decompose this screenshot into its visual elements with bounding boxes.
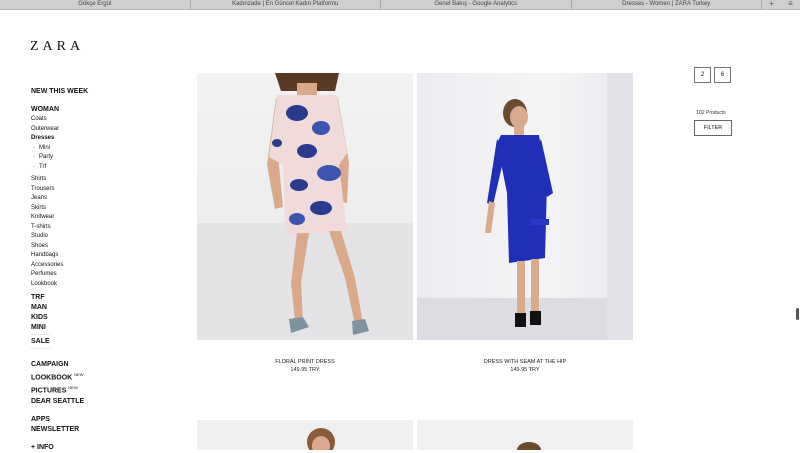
partial-product-photo <box>307 428 335 450</box>
nav-trf[interactable]: TRF <box>31 293 151 303</box>
sidebar-nav: NEW THIS WEEK WOMAN Coats Outerwear Dres… <box>31 87 151 453</box>
nav-item-outerwear[interactable]: Outerwear <box>31 125 151 135</box>
nav-apps[interactable]: APPS <box>31 415 151 425</box>
product-price: 149.95 TRY <box>290 367 320 373</box>
floral-dress-photo <box>197 73 413 340</box>
partial-product-photo <box>517 442 541 450</box>
nav-woman[interactable]: WOMAN <box>31 105 151 115</box>
new-badge: NEW <box>74 372 84 377</box>
nav-man[interactable]: MAN <box>31 303 151 313</box>
nav-pictures[interactable]: PICTURES NEW <box>31 383 151 396</box>
nav-lookbook[interactable]: LOOKBOOK NEW <box>31 370 151 383</box>
nav-campaign[interactable]: CAMPAIGN <box>31 360 151 370</box>
nav-item-skirts[interactable]: Skirts <box>31 204 151 214</box>
nav-item-tshirts[interactable]: T-shirts <box>31 223 151 233</box>
product-name[interactable]: DRESS WITH SEAM AT THE HIP <box>417 358 633 366</box>
nav-info[interactable]: + INFO <box>31 443 151 453</box>
nav-item-jeans[interactable]: Jeans <box>31 194 151 204</box>
nav-item-handbags[interactable]: Handbags <box>31 251 151 261</box>
zara-logo[interactable]: ZARA <box>30 39 84 55</box>
browser-tab-bar: Gökçe Ergül Kadınzade | En Güncel Kadın … <box>0 0 800 10</box>
product-image-floral-dress[interactable] <box>197 73 413 340</box>
browser-tab-active[interactable]: Dresses - Women | ZARA Turkey <box>572 0 762 9</box>
product-image-partial[interactable] <box>417 420 633 450</box>
scrollbar-thumb[interactable] <box>796 308 799 320</box>
nav-item-lookbook[interactable]: Lookbook <box>31 280 151 290</box>
nav-item-shoes[interactable]: Shoes <box>31 242 151 252</box>
product-image-blue-dress[interactable] <box>417 73 633 340</box>
tab-menu-icon[interactable]: ≡ <box>788 0 793 9</box>
new-badge: NEW <box>68 385 78 391</box>
nav-item-trousers[interactable]: Trousers <box>31 185 151 195</box>
view-6-button[interactable]: 6 <box>714 67 731 83</box>
filter-button[interactable]: FILTER <box>694 120 732 136</box>
product-image-partial[interactable] <box>197 420 413 450</box>
browser-tab[interactable]: Genel Bakış - Google Analytics <box>381 0 572 9</box>
tab-tools: + ≡ <box>762 0 800 9</box>
product-name[interactable]: FLORAL PRINT DRESS <box>197 358 413 366</box>
product-price: 149.95 TRY <box>510 367 540 373</box>
browser-tab[interactable]: Gökçe Ergül <box>0 0 191 9</box>
nav-item-dresses[interactable]: Dresses <box>31 134 151 144</box>
new-tab-icon[interactable]: + <box>769 0 774 9</box>
view-2-button[interactable]: 2 <box>694 67 711 83</box>
product-count: 102 Products <box>696 110 726 116</box>
nav-sub-trf[interactable]: Trf <box>31 163 151 173</box>
nav-sub-party[interactable]: Party <box>31 153 151 163</box>
nav-item-coats[interactable]: Coats <box>31 115 151 125</box>
nav-sub-mini[interactable]: Mini <box>31 144 151 154</box>
product-caption[interactable]: DRESS WITH SEAM AT THE HIP 149.95 TRY <box>417 358 633 374</box>
nav-item-studio[interactable]: Studio <box>31 232 151 242</box>
nav-kids[interactable]: KIDS <box>31 313 151 323</box>
nav-item-accessories[interactable]: Accessories <box>31 261 151 271</box>
blue-dress-photo <box>417 73 633 340</box>
product-caption[interactable]: FLORAL PRINT DRESS 149.95 TRY <box>197 358 413 374</box>
nav-dear-seattle[interactable]: DEAR SEATTLE <box>31 397 151 407</box>
browser-tab[interactable]: Kadınzade | En Güncel Kadın Platformu <box>191 0 381 9</box>
nav-newsletter[interactable]: NEWSLETTER <box>31 425 151 435</box>
nav-item-knitwear[interactable]: Knitwear <box>31 213 151 223</box>
nav-item-shirts[interactable]: Shirts <box>31 175 151 185</box>
nav-pictures-label: PICTURES <box>31 387 67 395</box>
nav-lookbook-label: LOOKBOOK <box>31 374 73 382</box>
nav-item-perfumes[interactable]: Perfumes <box>31 270 151 280</box>
nav-new-this-week[interactable]: NEW THIS WEEK <box>31 87 151 97</box>
